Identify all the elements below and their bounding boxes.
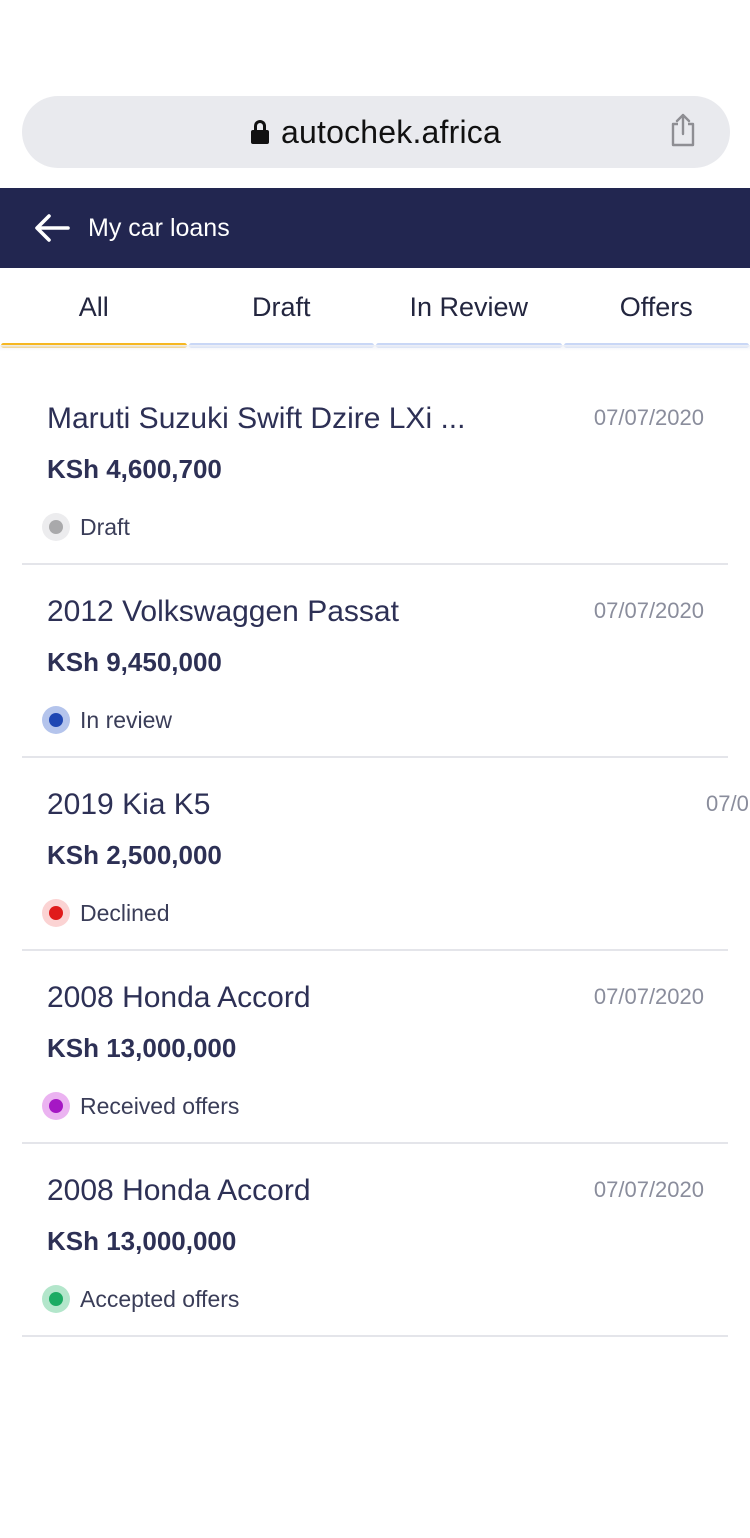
- loan-amount: KSh 4,600,700: [47, 454, 222, 484]
- tab-in-review[interactable]: In Review: [375, 268, 563, 350]
- loan-title: 2012 Volkswaggen Passat: [47, 595, 399, 628]
- url-bar[interactable]: autochek.africa: [22, 96, 730, 168]
- loan-amount: KSh 9,450,000: [47, 647, 222, 677]
- url-display[interactable]: autochek.africa: [22, 96, 730, 168]
- loan-date: 07/07/2020: [593, 405, 704, 430]
- loan-title: Maruti Suzuki Swift Dzire LXi ...: [47, 402, 466, 435]
- loan-date: 07/07/2020: [593, 1177, 704, 1202]
- status-dot-icon: [42, 513, 70, 541]
- loan-amount: KSh 13,000,000: [47, 1226, 237, 1256]
- status-dot-icon: [42, 1285, 70, 1313]
- status-dot-icon: [42, 1092, 70, 1120]
- loan-title: 2008 Honda Accord: [47, 981, 311, 1014]
- url-text: autochek.africa: [280, 113, 501, 150]
- status-badge: Received offers: [42, 1092, 239, 1120]
- loan-amount: KSh 2,500,000: [47, 840, 222, 870]
- status-label: In review: [80, 706, 173, 733]
- tab-label: In Review: [409, 292, 529, 322]
- status-dot-icon: [42, 899, 70, 927]
- loan-date: 07/07/2020: [593, 984, 704, 1009]
- loan-title: 2019 Kia K5: [47, 788, 211, 821]
- page-title: My car loans: [88, 213, 230, 242]
- status-badge: Draft: [42, 513, 130, 541]
- status-label: Accepted offers: [80, 1285, 240, 1312]
- status-label: Declined: [80, 899, 170, 926]
- tab-offers[interactable]: Offers: [563, 268, 750, 350]
- loan-date: 07/0: [706, 791, 749, 816]
- loan-amount: KSh 13,000,000: [47, 1033, 237, 1063]
- status-label: Draft: [80, 513, 130, 540]
- tab-all[interactable]: All: [0, 268, 188, 350]
- loan-item[interactable]: 2012 Volkswaggen Passat 07/07/2020 KSh 9…: [22, 565, 728, 758]
- tab-label: Draft: [251, 292, 311, 322]
- loan-title: 2008 Honda Accord: [47, 1174, 311, 1207]
- loan-item[interactable]: Maruti Suzuki Swift Dzire LXi ... 07/07/…: [22, 372, 728, 565]
- status-badge: Accepted offers: [42, 1285, 239, 1313]
- lock-icon: [250, 120, 269, 144]
- tab-label: All: [78, 292, 109, 322]
- status-badge: Declined: [42, 899, 170, 927]
- loan-item[interactable]: 2008 Honda Accord 07/07/2020 KSh 13,000,…: [22, 951, 728, 1144]
- back-arrow-icon[interactable]: [34, 213, 70, 243]
- loan-date: 07/07/2020: [593, 598, 704, 623]
- loan-list: Maruti Suzuki Swift Dzire LXi ... 07/07/…: [22, 372, 749, 1337]
- app-header: My car loans: [0, 188, 750, 268]
- loan-item[interactable]: 2008 Honda Accord 07/07/2020 KSh 13,000,…: [22, 1144, 728, 1337]
- status-label: Received offers: [80, 1092, 240, 1119]
- status-dot-icon: [42, 706, 70, 734]
- share-icon[interactable]: [668, 112, 698, 148]
- loan-item[interactable]: 2019 Kia K5 07/0 KSh 2,500,000 Declined: [22, 758, 749, 951]
- status-badge: In review: [42, 706, 172, 734]
- tab-label: Offers: [619, 292, 693, 322]
- tab-bar: All Draft In Review Offers: [0, 268, 750, 350]
- tab-draft[interactable]: Draft: [188, 268, 376, 350]
- tabs-divider: [0, 345, 750, 351]
